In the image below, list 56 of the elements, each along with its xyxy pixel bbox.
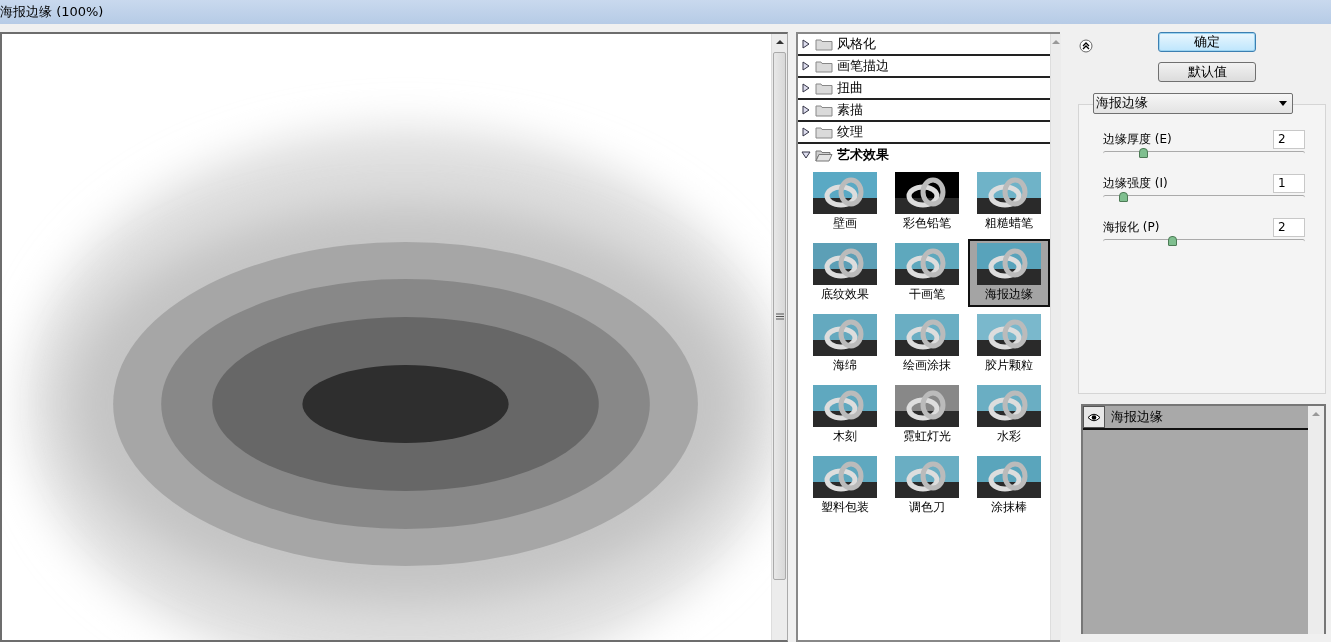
parameter-input[interactable]: 2	[1273, 129, 1305, 149]
slider-thumb[interactable]	[1167, 236, 1177, 246]
filter-thumbnail-item[interactable]: 底纹效果	[804, 239, 886, 307]
parameter-label: 海报化 (P)	[1103, 219, 1160, 236]
collapse-button[interactable]	[1078, 36, 1094, 52]
scroll-up-arrow-icon[interactable]	[774, 37, 785, 47]
default-button[interactable]: 默认值	[1158, 62, 1256, 82]
dropdown-arrow-icon	[1279, 101, 1287, 106]
filter-thumbnail-item[interactable]: 霓虹灯光	[886, 381, 968, 449]
expand-triangle-icon[interactable]	[801, 83, 811, 93]
filter-thumbnail-item[interactable]: 绘画涂抹	[886, 310, 968, 378]
parameter-input[interactable]: 1	[1273, 173, 1305, 193]
filter-thumbnail-item[interactable]: 海绵	[804, 310, 886, 378]
filter-category[interactable]: 风格化	[798, 34, 1050, 56]
slider-track[interactable]	[1103, 195, 1305, 200]
expand-triangle-icon[interactable]	[801, 127, 811, 137]
slider-thumb[interactable]	[1119, 192, 1129, 202]
filter-category[interactable]: 素描	[798, 100, 1050, 122]
folder-icon	[815, 81, 833, 95]
parameter-label: 边缘强度 (I)	[1103, 175, 1168, 192]
filter-thumbnail-item[interactable]: 壁画	[804, 168, 886, 236]
eye-icon	[1087, 412, 1101, 422]
filter-thumbnail-item[interactable]: 木刻	[804, 381, 886, 449]
filter-thumbnail-item[interactable]: 粗糙蜡笔	[968, 168, 1050, 236]
filter-thumbnail-item[interactable]: 水彩	[968, 381, 1050, 449]
filter-thumbnail-item[interactable]: 彩色铅笔	[886, 168, 968, 236]
slider-thumb[interactable]	[1139, 148, 1149, 158]
parameter-label: 边缘厚度 (E)	[1103, 131, 1172, 148]
filter-thumbnail-item[interactable]: 胶片颗粒	[968, 310, 1050, 378]
filter-thumbnail-item[interactable]: 海报边缘	[968, 239, 1050, 307]
filter-thumbnail-item[interactable]: 塑料包装	[804, 452, 886, 520]
filter-thumbnail-item[interactable]: 调色刀	[886, 452, 968, 520]
folder-icon	[815, 37, 833, 51]
filter-thumbnail-item[interactable]: 干画笔	[886, 239, 968, 307]
filter-layer-row[interactable]: 海报边缘	[1083, 406, 1308, 430]
slider-track[interactable]	[1103, 151, 1305, 156]
filter-category[interactable]: 画笔描边	[798, 56, 1050, 78]
ok-button[interactable]: 确定	[1158, 32, 1256, 52]
scrollbar-thumb[interactable]	[773, 52, 786, 580]
folder-icon	[815, 59, 833, 73]
window-title: 海报边缘 (100%)	[0, 3, 104, 22]
expand-triangle-icon[interactable]	[801, 61, 811, 71]
folder-icon	[815, 148, 833, 162]
filter-category[interactable]: 纹理	[798, 122, 1050, 144]
expand-triangle-icon[interactable]	[801, 39, 811, 49]
filter-category[interactable]: 艺术效果	[798, 144, 1050, 166]
filter-thumbnail-item[interactable]: 涂抹棒	[968, 452, 1050, 520]
filter-category[interactable]: 扭曲	[798, 78, 1050, 100]
folder-icon	[815, 125, 833, 139]
folder-icon	[815, 103, 833, 117]
slider-track[interactable]	[1103, 239, 1305, 244]
visibility-toggle[interactable]	[1083, 406, 1105, 428]
collapse-triangle-icon[interactable]	[801, 150, 811, 160]
filter-dropdown[interactable]: 海报边缘	[1093, 93, 1293, 114]
expand-triangle-icon[interactable]	[801, 105, 811, 115]
parameter-input[interactable]: 2	[1273, 217, 1305, 237]
